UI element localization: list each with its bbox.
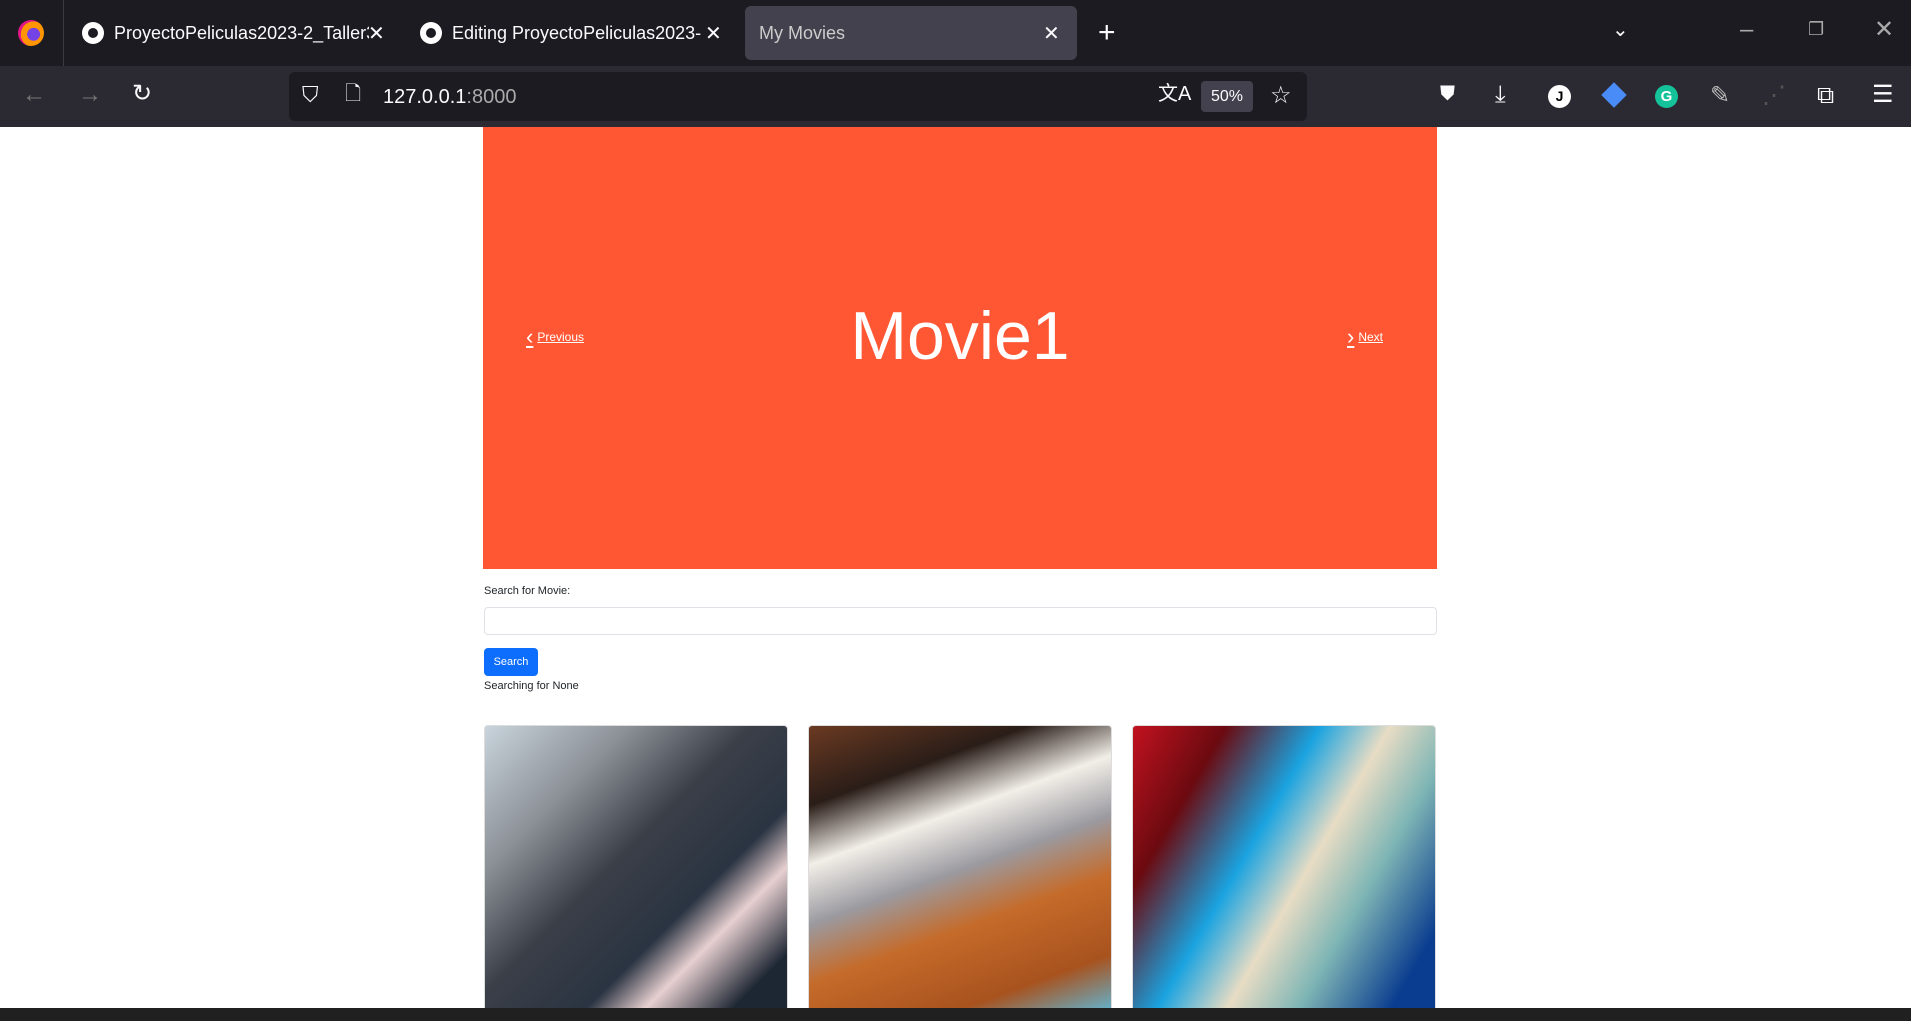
github-icon [420,22,442,44]
pencil-icon[interactable]: ✎ [1710,84,1730,108]
firefox-icon[interactable] [18,20,44,46]
reload-icon[interactable]: ↻ [132,82,152,106]
restore-icon[interactable]: ❐ [1808,20,1824,38]
search-button[interactable]: Search [484,648,538,676]
divider [63,0,64,66]
slide-title: Movie1 [850,298,1070,374]
back-icon[interactable]: ← [22,83,46,107]
tab-title: My Movies [759,22,846,43]
search-status: Searching for None [484,680,579,692]
tab-github-editing[interactable]: Editing ProyectoPeliculas2023-2 [406,6,732,60]
close-tab-icon[interactable]: ✕ [1043,21,1060,46]
list-tabs-chevron-icon[interactable]: ⌄ [1612,20,1629,40]
tab-bar: ProyectoPeliculas2023-2_Taller3 ✕ Editin… [0,0,1911,66]
github-icon [82,22,104,44]
tab-title: Editing ProyectoPeliculas2023-2 [452,22,702,43]
movie-carousel: ‹ Previous Movie1 › Next [483,127,1437,569]
extension-network-icon[interactable]: ⋰ [1762,84,1786,108]
url-text[interactable]: 127.0.0.1:8000 [383,86,516,109]
movie-card-image[interactable] [1132,725,1436,1015]
tab-my-movies[interactable]: My Movies [745,6,1077,60]
bookmark-star-icon[interactable]: ☆ [1270,84,1292,108]
close-tab-icon[interactable]: ✕ [705,21,722,46]
tab-title: ProyectoPeliculas2023-2_Taller3 [114,22,369,43]
grammarly-icon[interactable]: G [1655,85,1678,108]
carousel-next-button[interactable]: › Next [1347,324,1383,350]
new-tab-icon[interactable]: + [1098,18,1116,48]
tab-github-repo[interactable]: ProyectoPeliculas2023-2_Taller3 [68,6,394,60]
movie-card-image[interactable] [808,725,1112,1015]
search-label: Search for Movie: [484,585,571,597]
close-window-icon[interactable]: ✕ [1874,18,1894,42]
minimize-icon[interactable]: – [1740,18,1753,42]
pocket-icon[interactable]: ⛊ [1440,84,1455,104]
page-icon: 🗋 [345,83,362,105]
chevron-right-icon: › [1347,324,1355,349]
close-tab-icon[interactable]: ✕ [368,21,385,46]
extensions-puzzle-icon[interactable]: ⧉ [1817,84,1834,108]
movie-card-image[interactable] [484,725,788,1015]
forward-icon[interactable]: → [78,83,102,107]
shield-icon[interactable]: ⛉ [302,84,319,106]
menu-icon[interactable]: ☰ [1872,83,1894,107]
next-label: Next [1358,330,1384,344]
profile-avatar[interactable]: J [1548,85,1571,108]
os-taskbar [0,1008,1911,1021]
zoom-level[interactable]: 50% [1201,81,1253,112]
translate-icon[interactable]: 文A [1158,84,1191,104]
downloads-icon[interactable]: ⤓ [1495,83,1506,107]
search-input[interactable] [484,607,1437,635]
